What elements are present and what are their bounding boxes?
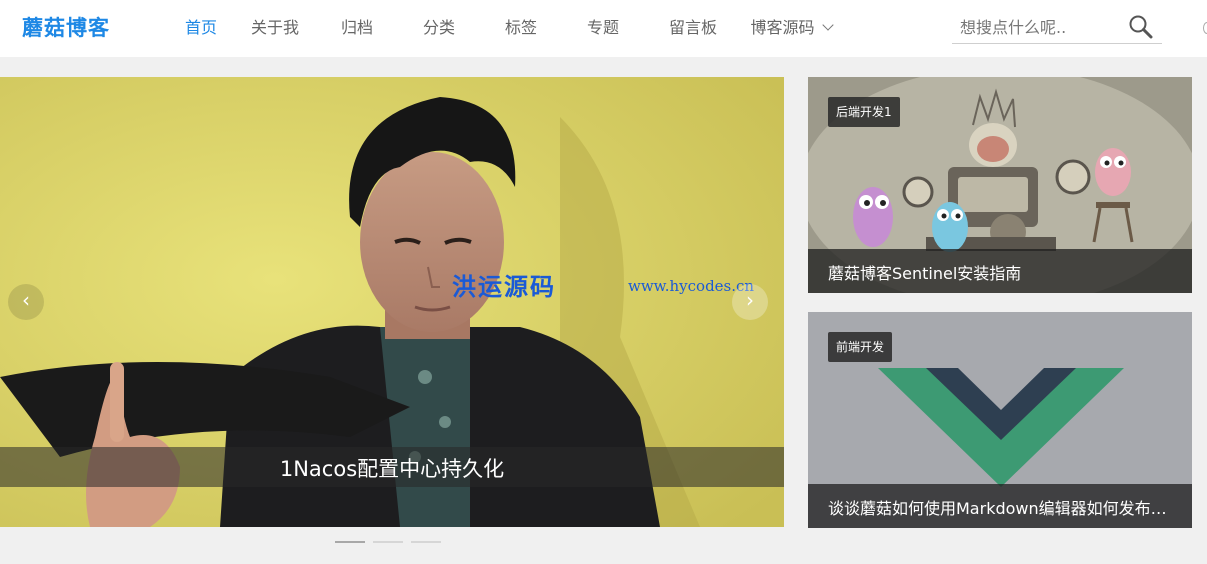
nav-item-about[interactable]: 关于我 bbox=[234, 0, 316, 57]
nav-item-archive[interactable]: 归档 bbox=[316, 0, 398, 57]
nav-item-source-code[interactable]: 博客源码 bbox=[742, 0, 840, 57]
user-icon[interactable] bbox=[1203, 22, 1207, 34]
featured-card[interactable]: 前端开发 谈谈蘑菇如何使用Markdown编辑器如何发布文章 bbox=[808, 312, 1192, 528]
carousel-indicators bbox=[335, 541, 441, 543]
nav-label: 标签 bbox=[504, 18, 537, 37]
carousel-next-button[interactable]: › bbox=[732, 284, 768, 320]
carousel-indicator[interactable] bbox=[411, 541, 441, 543]
nav-item-subject[interactable]: 专题 bbox=[562, 0, 644, 57]
category-tag[interactable]: 后端开发1 bbox=[828, 97, 900, 127]
card-title[interactable]: 蘑菇博客Sentinel安装指南 bbox=[828, 260, 1178, 284]
site-header: 蘑菇博客 首页 关于我 归档 分类 标签 专题 留言板 博客源码 bbox=[0, 0, 1207, 57]
watermark-cn: 洪运源码 bbox=[452, 272, 556, 301]
carousel-caption-bar: 1Nacos配置中心持久化 bbox=[0, 447, 784, 487]
carousel-caption[interactable]: 1Nacos配置中心持久化 bbox=[0, 453, 784, 483]
card-title[interactable]: 谈谈蘑菇如何使用Markdown编辑器如何发布文章 bbox=[828, 495, 1178, 519]
carousel-indicator[interactable] bbox=[335, 541, 365, 543]
site-logo[interactable]: 蘑菇博客 bbox=[22, 12, 110, 42]
category-tag[interactable]: 前端开发 bbox=[828, 332, 893, 362]
card-title-bar: 蘑菇博客Sentinel安装指南 bbox=[808, 249, 1192, 293]
carousel-prev-button[interactable]: ‹ bbox=[8, 284, 44, 320]
chevron-down-icon bbox=[821, 19, 834, 31]
nav-item-category[interactable]: 分类 bbox=[398, 0, 480, 57]
search-box bbox=[952, 10, 1162, 44]
nav-item-home[interactable]: 首页 bbox=[168, 0, 234, 57]
nav-label: 留言板 bbox=[668, 18, 717, 37]
nav-item-message-board[interactable]: 留言板 bbox=[644, 0, 742, 57]
search-icon[interactable] bbox=[1128, 14, 1154, 40]
nav-label: 归档 bbox=[340, 18, 373, 37]
nav-label: 博客源码 bbox=[750, 18, 815, 37]
hero-carousel[interactable]: 洪运源码 www.hycodes.cn ‹ › 1Nacos配置中心持久化 bbox=[0, 77, 784, 527]
nav-label: 首页 bbox=[184, 18, 217, 37]
featured-card[interactable]: 后端开发1 蘑菇博客Sentinel安装指南 bbox=[808, 77, 1192, 293]
card-title-bar: 谈谈蘑菇如何使用Markdown编辑器如何发布文章 bbox=[808, 484, 1192, 528]
main-nav: 首页 关于我 归档 分类 标签 专题 留言板 博客源码 bbox=[168, 0, 840, 57]
carousel-indicator[interactable] bbox=[373, 541, 403, 543]
nav-label: 分类 bbox=[422, 18, 455, 37]
nav-label: 关于我 bbox=[250, 18, 299, 37]
search-input[interactable] bbox=[960, 16, 1125, 38]
nav-label: 专题 bbox=[586, 18, 619, 37]
nav-item-tags[interactable]: 标签 bbox=[480, 0, 562, 57]
